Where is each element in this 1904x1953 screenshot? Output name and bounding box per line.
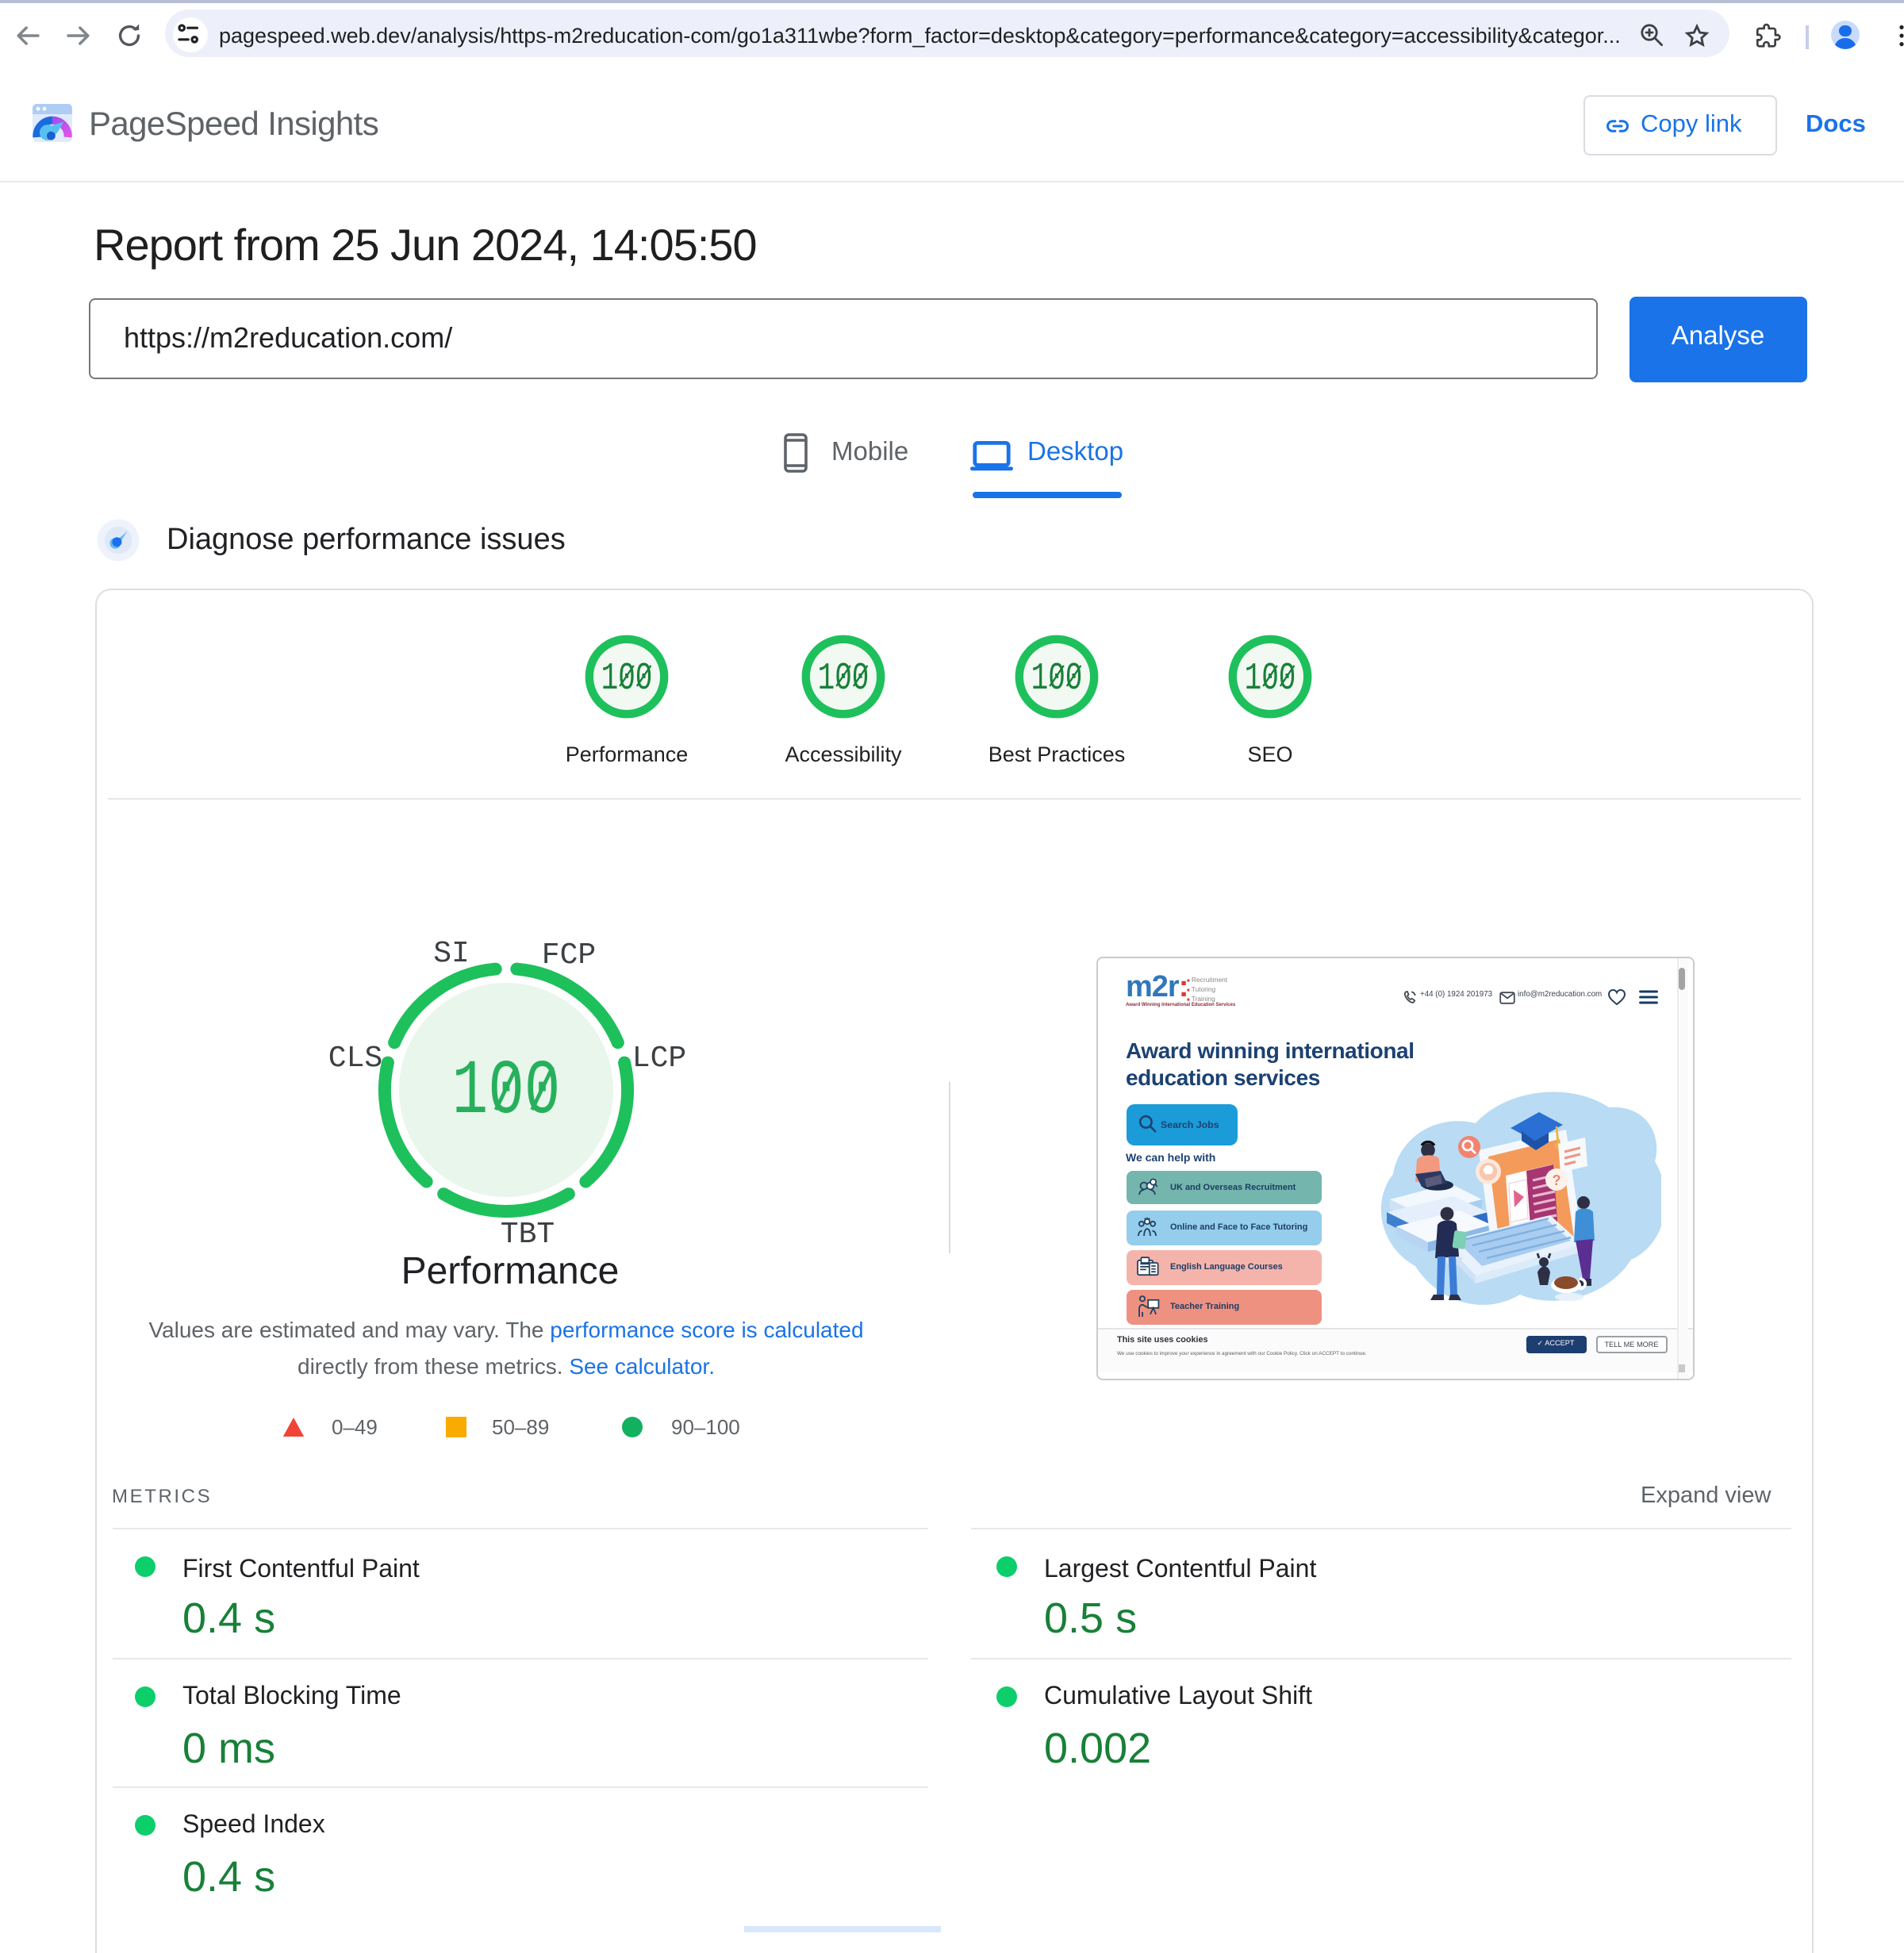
svg-text:100: 100 — [1245, 656, 1296, 700]
svg-text:100: 100 — [601, 656, 653, 700]
svg-text:100: 100 — [1031, 656, 1083, 700]
svg-text:100: 100 — [818, 656, 869, 700]
svg-text:?: ? — [1552, 1172, 1560, 1188]
